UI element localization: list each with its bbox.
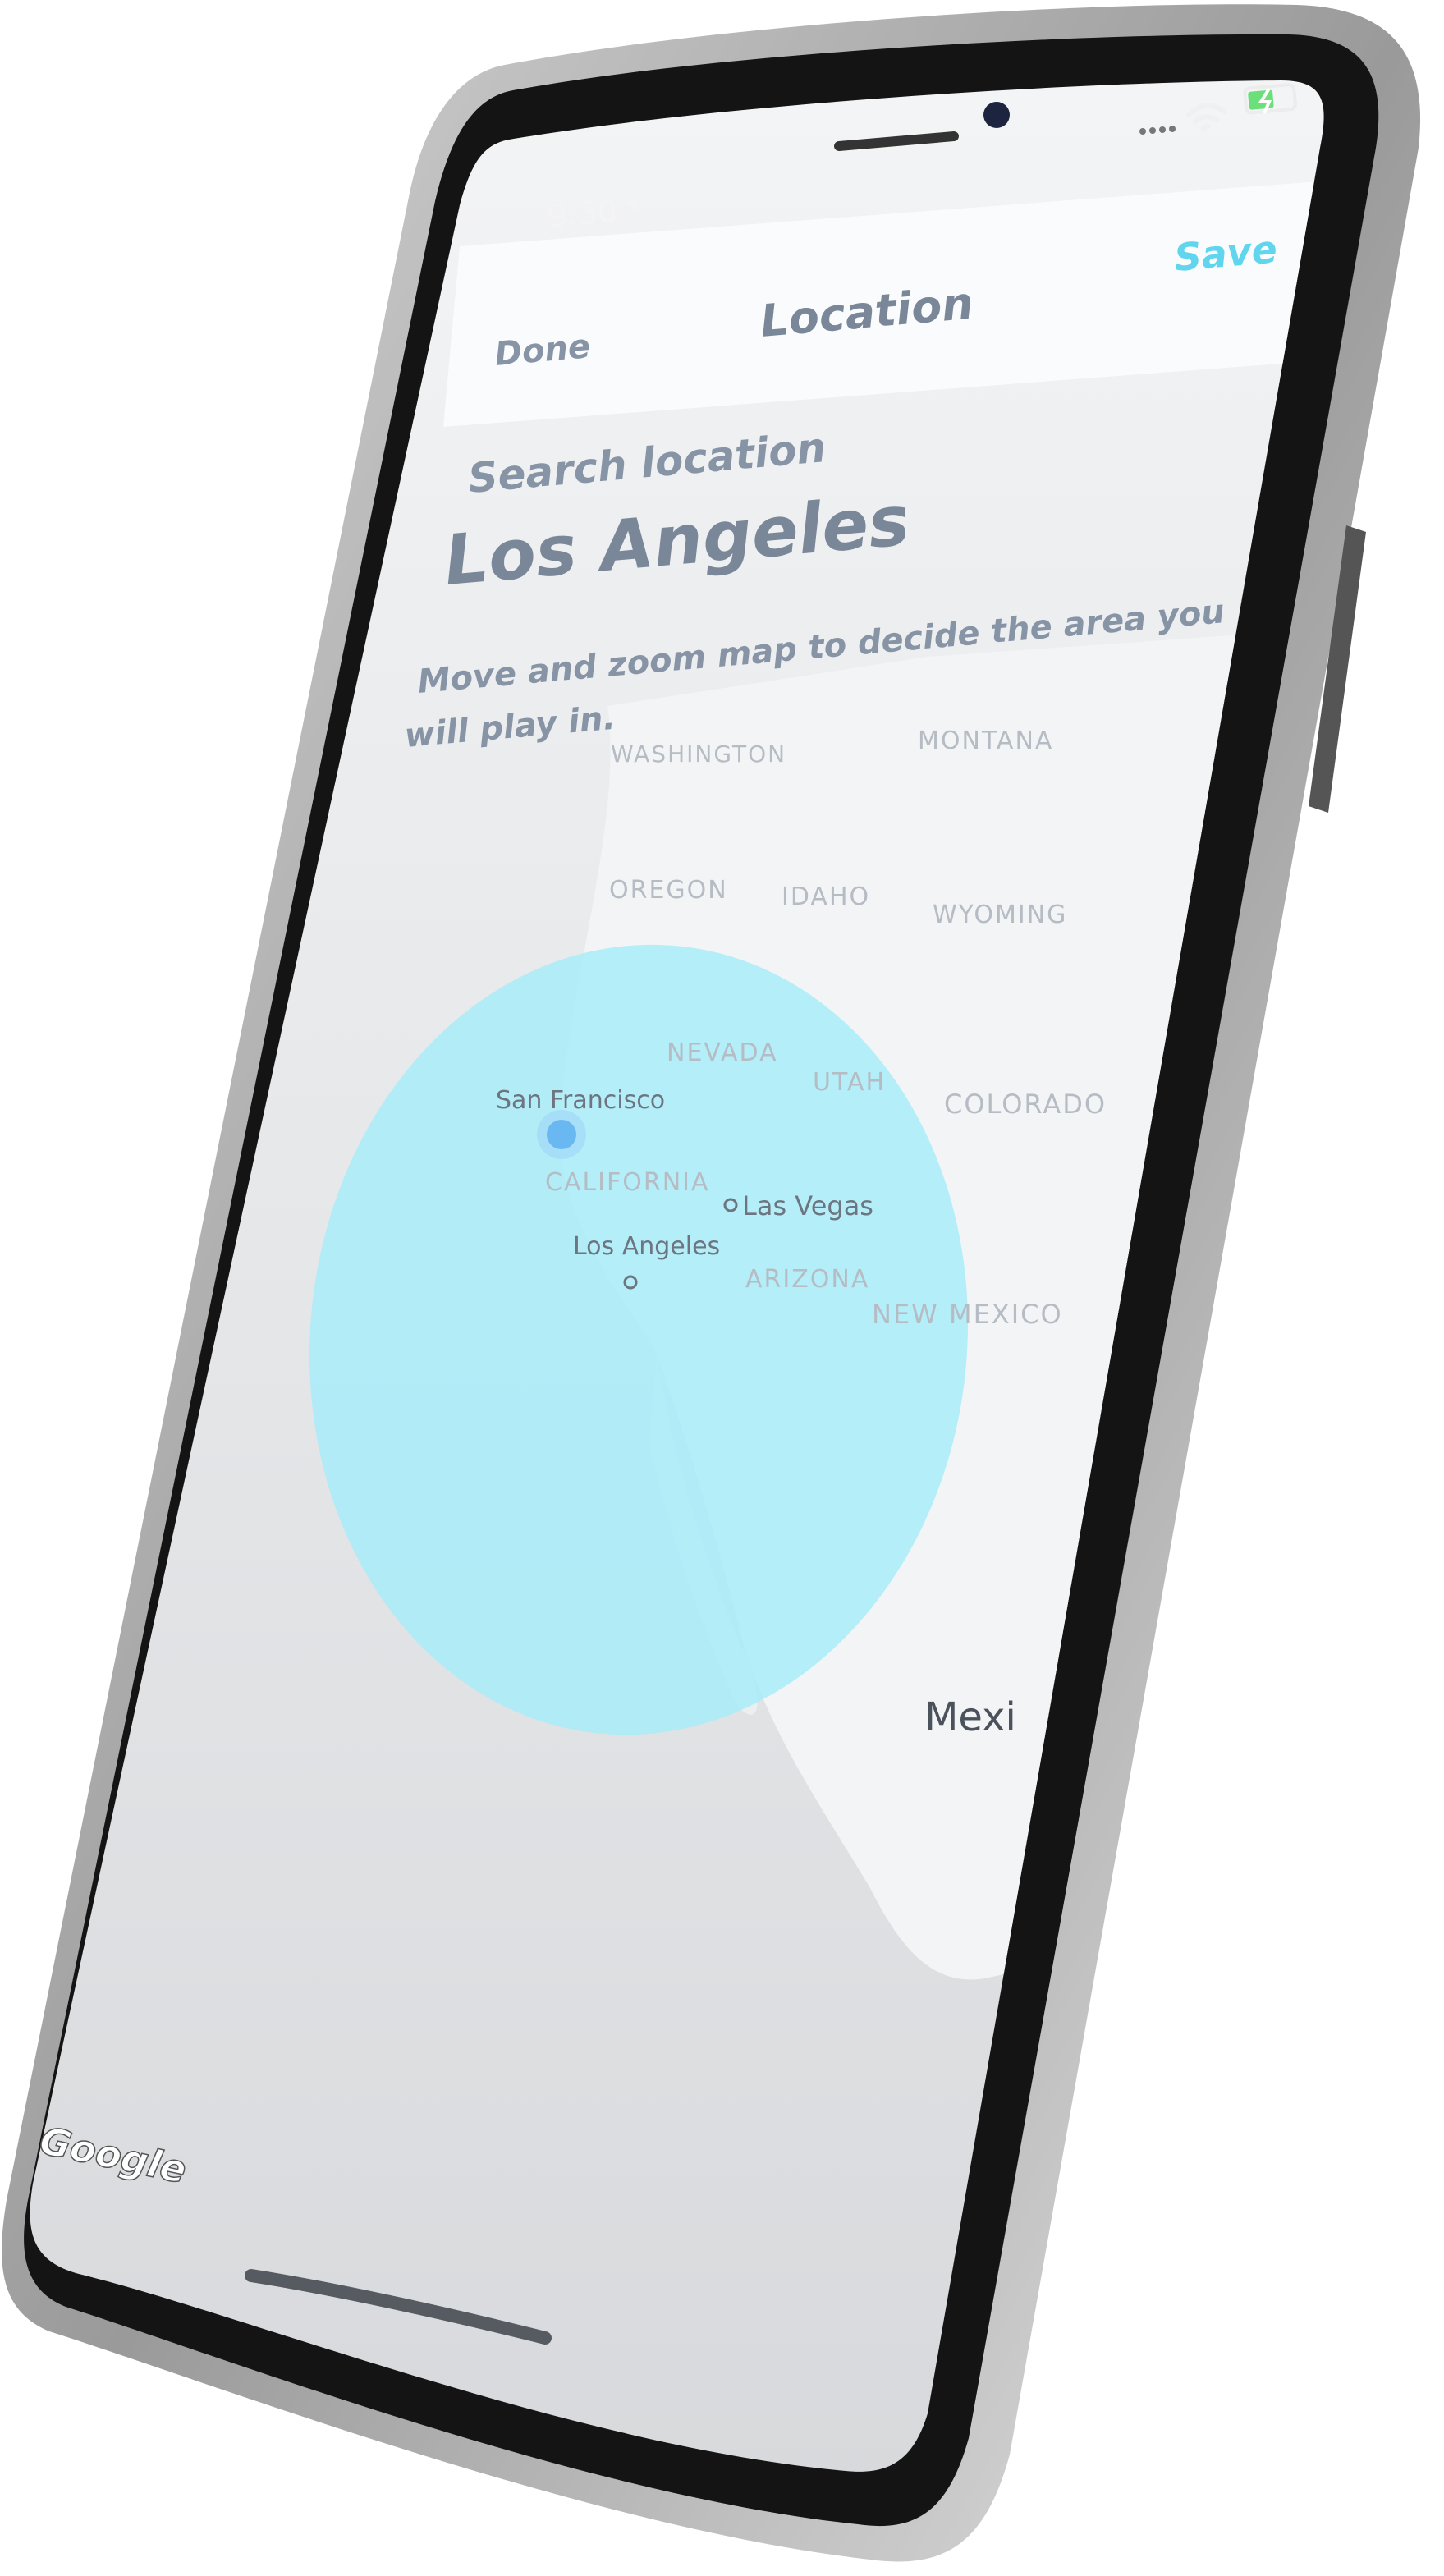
state-label-montana: MONTANA	[918, 727, 1053, 755]
city-label-san-francisco: San Francisco	[496, 1086, 665, 1115]
phone-mockup-scene: 9:30 Done Location Save Search location …	[0, 0, 1444, 2576]
state-label-idaho: IDAHO	[782, 882, 870, 911]
state-label-new-mexico: NEW MEXICO	[872, 1299, 1063, 1330]
nav-save-button[interactable]: Save	[1172, 227, 1279, 280]
front-camera	[983, 102, 1010, 128]
location-pin[interactable]	[547, 1120, 576, 1149]
state-label-utah: UTAH	[813, 1068, 886, 1097]
phone-illustration: 9:30 Done Location Save Search location …	[2, 4, 1421, 2562]
state-label-wyoming: WYOMING	[933, 901, 1067, 929]
city-label-las-vegas: Las Vegas	[742, 1190, 873, 1222]
state-label-arizona: ARIZONA	[745, 1265, 869, 1294]
country-label-mexico: Mexi	[924, 1694, 1016, 1740]
state-label-washington: WASHINGTON	[611, 740, 786, 768]
state-label-colorado: COLORADO	[944, 1089, 1107, 1120]
state-label-nevada: NEVADA	[667, 1038, 778, 1067]
city-label-los-angeles: Los Angeles	[573, 1232, 720, 1261]
status-time: 9:30	[546, 193, 619, 235]
state-label-oregon: OREGON	[609, 876, 728, 905]
state-label-california: CALIFORNIA	[545, 1168, 710, 1197]
